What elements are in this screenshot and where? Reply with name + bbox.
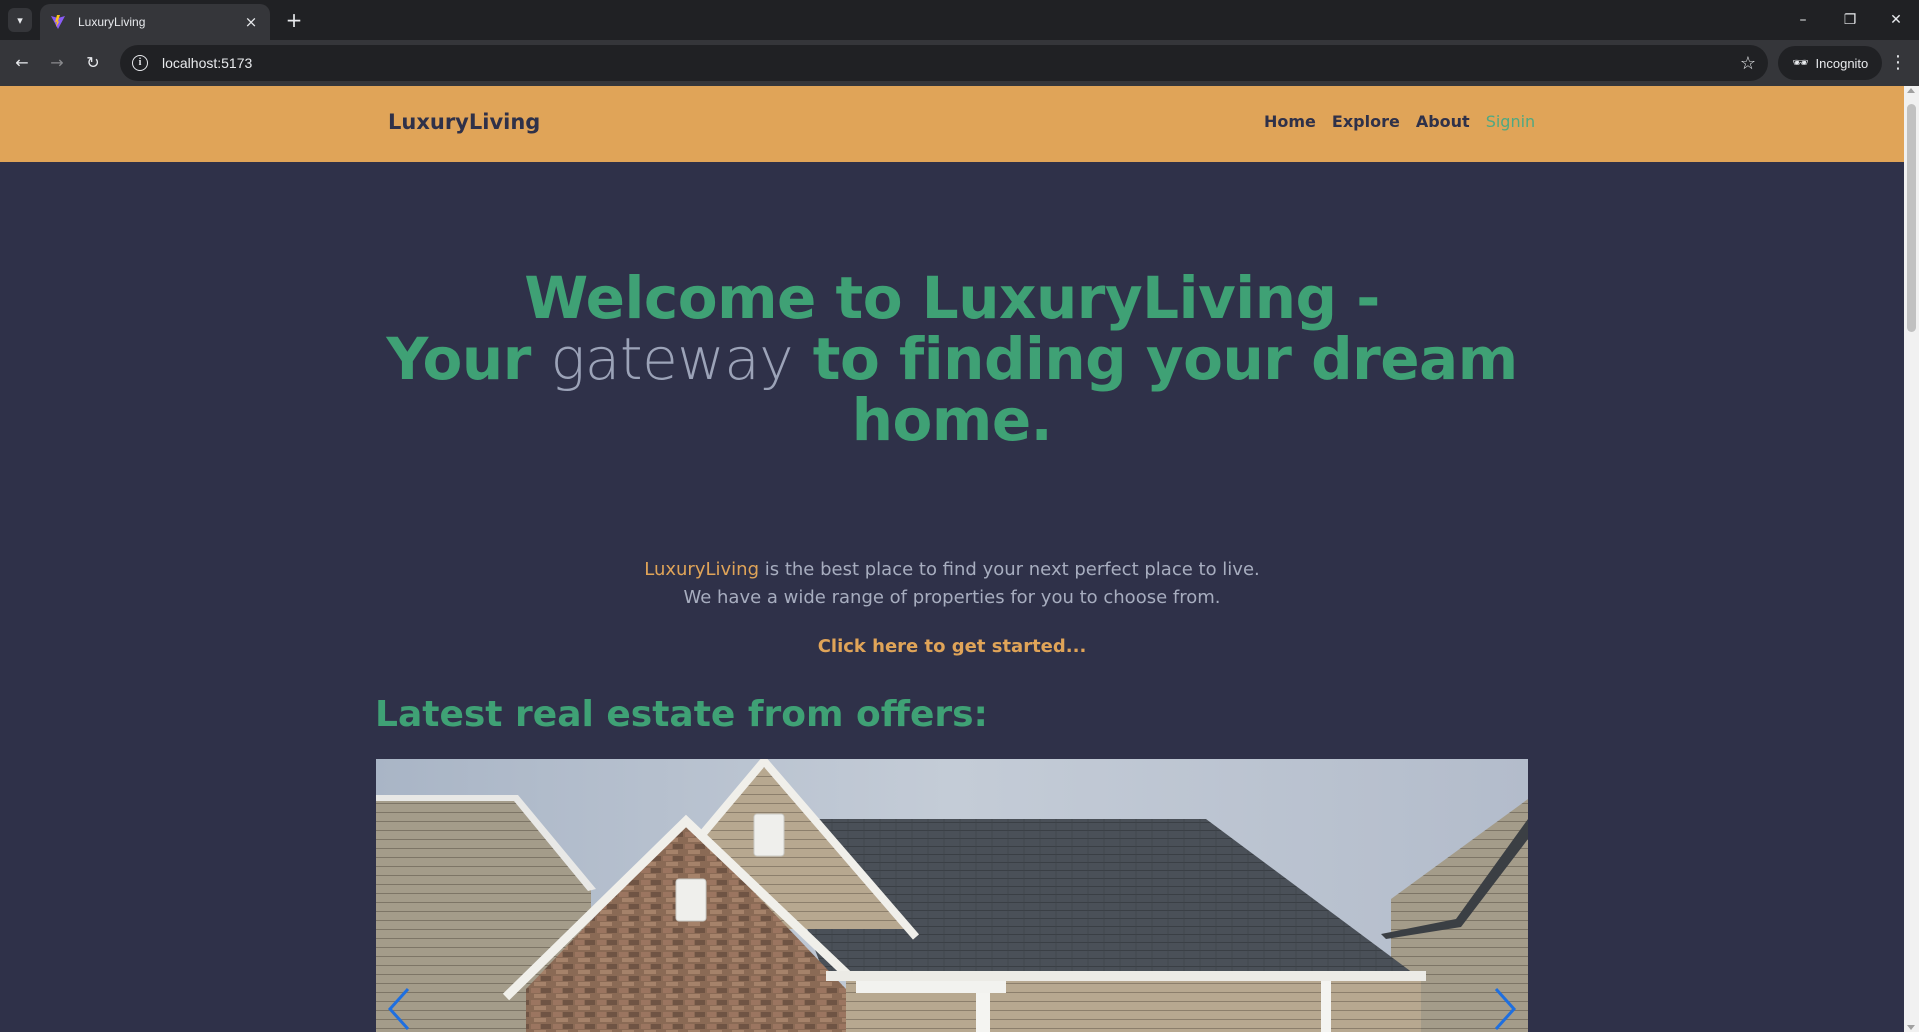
chevron-down-icon[interactable]: ▾: [8, 8, 32, 32]
nav-home-link[interactable]: Home: [1264, 112, 1316, 131]
scroll-up-icon[interactable]: [1907, 88, 1915, 93]
hero-heading: Welcome to LuxuryLiving - Your gateway t…: [0, 268, 1904, 451]
hero-line-2c: to finding your dream: [812, 325, 1518, 393]
scroll-down-icon[interactable]: [1907, 1025, 1915, 1030]
incognito-icon: 🕶: [1792, 55, 1809, 70]
browser-tab[interactable]: LuxuryLiving ×: [40, 4, 270, 40]
info-icon[interactable]: i: [132, 55, 148, 71]
minimize-icon[interactable]: –: [1788, 8, 1818, 32]
offers-title: Latest real estate from offers:: [375, 694, 988, 735]
nav-signin-link[interactable]: Signin: [1486, 112, 1535, 131]
tagline-line-2: We have a wide range of properties for y…: [683, 587, 1221, 608]
nav-explore-link[interactable]: Explore: [1332, 112, 1400, 131]
reload-icon[interactable]: ↻: [81, 51, 105, 75]
hero-line-1: Welcome to LuxuryLiving -: [524, 264, 1380, 332]
star-icon[interactable]: ☆: [1740, 53, 1756, 74]
nav-about-link[interactable]: About: [1416, 112, 1470, 131]
get-started-link[interactable]: Click here to get started...: [818, 636, 1087, 657]
house-image: [376, 759, 1528, 1032]
cta-wrapper: Click here to get started...: [0, 636, 1904, 657]
new-tab-button[interactable]: +: [282, 8, 306, 32]
hero-line-2b: gateway: [550, 325, 794, 393]
scrollbar-thumb[interactable]: [1907, 104, 1916, 332]
incognito-badge[interactable]: 🕶 Incognito: [1778, 46, 1883, 80]
tagline-brand: LuxuryLiving: [644, 559, 759, 580]
tab-close-icon[interactable]: ×: [242, 13, 260, 31]
vite-logo-icon: [51, 15, 65, 29]
page-scrollbar[interactable]: [1904, 86, 1919, 1032]
browser-tab-bar: ▾ LuxuryLiving × + – ❐ ✕: [0, 0, 1919, 40]
tagline-line-1: is the best place to find your next perf…: [759, 559, 1260, 580]
hero-line-3: home.: [851, 386, 1053, 454]
url-text[interactable]: localhost:5173: [162, 55, 1740, 71]
nav-links: Home Explore About Signin: [1264, 112, 1535, 131]
hero-line-2a: Your: [386, 325, 531, 393]
offers-carousel[interactable]: [376, 759, 1528, 1032]
incognito-label: Incognito: [1815, 55, 1869, 71]
browser-toolbar: ← → ↻ i localhost:5173 ☆ 🕶 Incognito ⋮: [0, 40, 1919, 86]
chevron-right-icon[interactable]: [1490, 985, 1520, 1032]
chevron-left-icon[interactable]: [384, 985, 414, 1032]
site-navbar: LuxuryLiving Home Explore About Signin: [0, 86, 1904, 162]
page-viewport: LuxuryLiving Home Explore About Signin W…: [0, 86, 1919, 1032]
site-brand[interactable]: LuxuryLiving: [388, 110, 540, 134]
arrow-right-icon[interactable]: →: [45, 51, 69, 75]
hero-tagline: LuxuryLiving is the best place to find y…: [0, 556, 1904, 612]
kebab-menu-icon[interactable]: ⋮: [1888, 51, 1908, 75]
close-window-icon[interactable]: ✕: [1881, 8, 1911, 32]
restore-icon[interactable]: ❐: [1835, 8, 1865, 32]
arrow-left-icon[interactable]: ←: [10, 51, 34, 75]
address-bar[interactable]: i localhost:5173 ☆: [120, 45, 1768, 81]
tab-title: LuxuryLiving: [78, 15, 146, 29]
